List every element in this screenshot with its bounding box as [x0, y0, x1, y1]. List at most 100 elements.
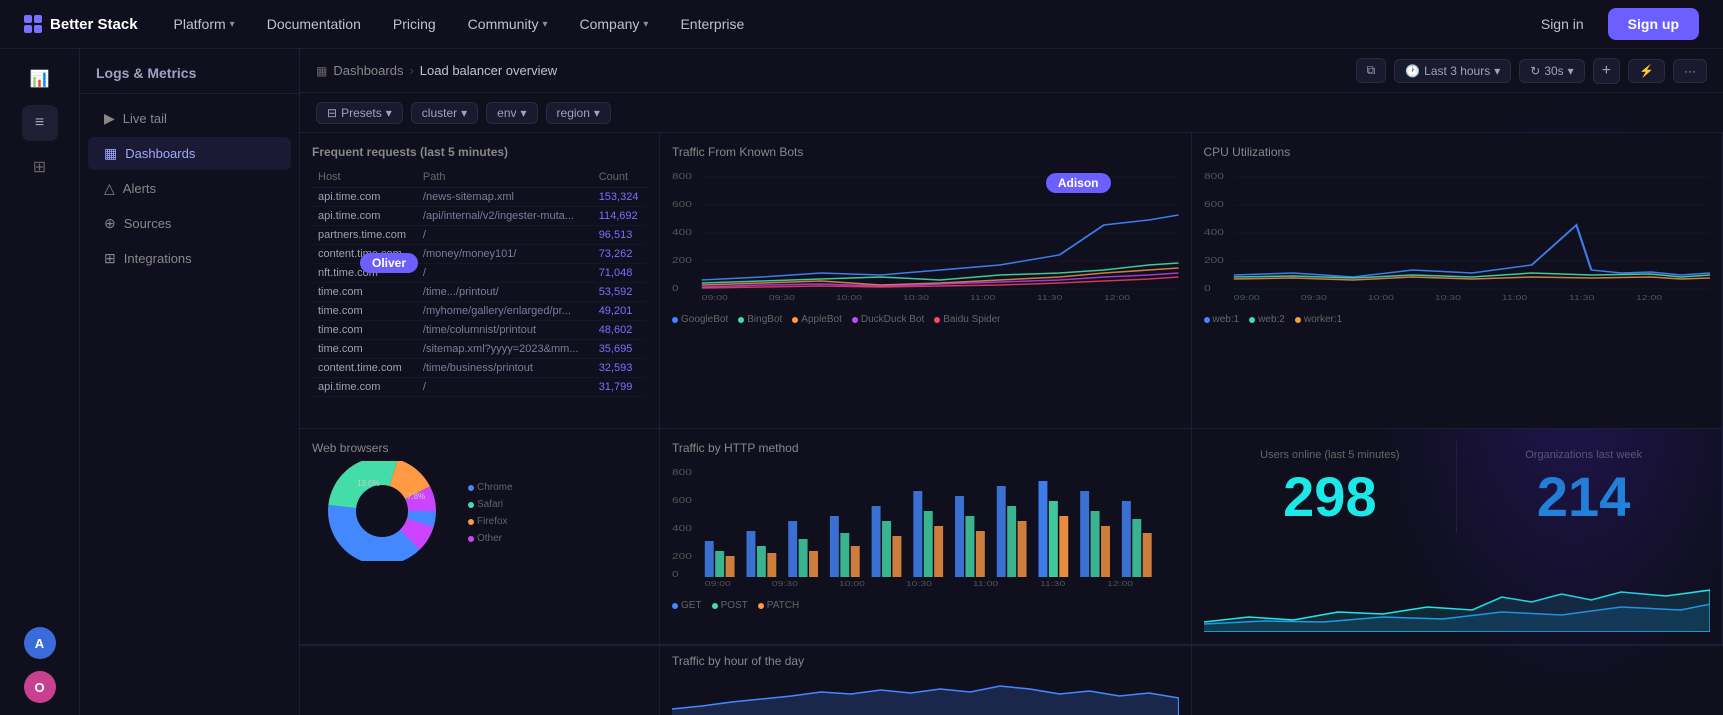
table-row: time.com /sitemap.xml?yyyy=2023&mm... 35…: [312, 340, 647, 359]
nav-community[interactable]: Community ▾: [456, 10, 560, 38]
path-cell: /sitemap.xml?yyyy=2023&mm...: [417, 340, 593, 359]
breadcrumb-parent[interactable]: Dashboards: [333, 63, 403, 78]
count-cell: 35,695: [593, 340, 647, 359]
nav-dashboards[interactable]: ▦ Dashboards: [88, 137, 291, 170]
svg-text:11:00: 11:00: [973, 580, 998, 588]
svg-text:10:30: 10:30: [903, 294, 929, 302]
svg-text:09:30: 09:30: [769, 294, 795, 302]
nav-alerts[interactable]: △ Alerts: [88, 172, 291, 205]
svg-text:200: 200: [672, 553, 692, 562]
users-orgs-panel: Users online (last 5 minutes) 298 Organi…: [1192, 429, 1723, 645]
svg-text:12:00: 12:00: [1107, 580, 1133, 588]
table-row: nft.time.com / 71,048: [312, 264, 647, 283]
more-button[interactable]: ···: [1673, 59, 1707, 83]
breadcrumb-separator: ›: [409, 63, 413, 78]
content-area: ▦ Dashboards › Load balancer overview ⧉ …: [300, 49, 1723, 715]
svg-text:10:30: 10:30: [906, 580, 932, 588]
filters-bar: ⊟ Presets ▾ cluster ▾ env ▾ region ▾: [300, 93, 1723, 133]
svg-text:10:00: 10:00: [839, 580, 865, 588]
nav-sources[interactable]: ⊕ Sources: [88, 207, 291, 240]
count-cell: 48,602: [593, 321, 647, 340]
host-cell: content.time.com: [312, 359, 417, 378]
sidebar-menu-icon[interactable]: ≡: [22, 105, 58, 141]
refresh-selector[interactable]: ↻ 30s ▾: [1519, 59, 1584, 83]
copy-button[interactable]: ⧉: [1356, 58, 1387, 83]
bolt-button[interactable]: ⚡: [1628, 59, 1665, 83]
time-range-selector[interactable]: 🕐 Last 3 hours ▾: [1394, 59, 1511, 83]
host-cell: time.com: [312, 340, 417, 359]
nav-documentation[interactable]: Documentation: [255, 10, 373, 38]
clock-icon: 🕐: [1405, 64, 1420, 78]
nav-enterprise[interactable]: Enterprise: [668, 10, 756, 38]
add-panel-button[interactable]: +: [1593, 58, 1620, 84]
count-cell: 114,692: [593, 207, 647, 226]
signup-button[interactable]: Sign up: [1608, 8, 1699, 40]
chart-title: Traffic From Known Bots: [672, 145, 1179, 159]
table-row: time.com /myhome/gallery/enlarged/pr... …: [312, 302, 647, 321]
cpu-panel: CPU Utilizations 800 600 400 200 0: [1192, 133, 1723, 429]
legend-item: DuckDuck Bot: [852, 314, 924, 325]
svg-text:09:30: 09:30: [772, 580, 798, 588]
pie-label-2: 7.8%: [407, 492, 425, 501]
host-cell: content.time.com: [312, 245, 417, 264]
presets-filter[interactable]: ⊟ Presets ▾: [316, 102, 403, 124]
presets-label: Presets: [341, 106, 382, 120]
env-label: env: [497, 106, 516, 120]
host-cell: time.com: [312, 283, 417, 302]
nav-company[interactable]: Company ▾: [568, 10, 661, 38]
svg-text:0: 0: [672, 285, 679, 294]
sidebar-chart-icon[interactable]: 📊: [22, 61, 58, 97]
svg-text:600: 600: [672, 201, 692, 210]
orgs-value: 214: [1465, 469, 1702, 525]
browsers-bottom: [300, 646, 660, 715]
avatar-user2[interactable]: O: [24, 671, 56, 703]
host-cell: api.time.com: [312, 378, 417, 397]
host-cell: api.time.com: [312, 207, 417, 226]
signin-link[interactable]: Sign in: [1525, 10, 1600, 38]
http-title: Traffic by HTTP method: [672, 441, 1179, 455]
play-icon: ▶: [104, 110, 115, 127]
cluster-filter[interactable]: cluster ▾: [411, 102, 478, 124]
host-cell: partners.time.com: [312, 226, 417, 245]
nav-platform[interactable]: Platform ▾: [162, 10, 247, 38]
svg-text:400: 400: [672, 229, 692, 238]
count-cell: 31,799: [593, 378, 647, 397]
svg-text:11:00: 11:00: [1501, 294, 1526, 302]
navbar: Better Stack Platform ▾ Documentation Pr…: [0, 0, 1723, 49]
host-cell: time.com: [312, 302, 417, 321]
cluster-label: cluster: [422, 106, 457, 120]
traffic-hour-panel: Traffic by hour of the day: [660, 646, 1192, 715]
avatar-user1[interactable]: A: [24, 627, 56, 659]
svg-text:09:00: 09:00: [1233, 294, 1259, 302]
chevron-down-icon: ▾: [461, 106, 467, 120]
path-cell: /money/money101/: [417, 245, 593, 264]
sidebar-grid-icon[interactable]: ⊞: [22, 149, 58, 185]
logo-text: Better Stack: [50, 16, 138, 33]
nav-sources-label: Sources: [124, 216, 172, 231]
svg-text:200: 200: [1204, 257, 1224, 266]
sources-icon: ⊕: [104, 215, 116, 232]
nav-pricing[interactable]: Pricing: [381, 10, 448, 38]
count-cell: 96,513: [593, 226, 647, 245]
pie-container: 13.0% 7.8% ChromeSafariFirefoxOther: [312, 461, 647, 561]
path-cell: /time.../printout/: [417, 283, 593, 302]
count-cell: 32,593: [593, 359, 647, 378]
nav-live-tail[interactable]: ▶ Live tail: [88, 102, 291, 135]
path-cell: /news-sitemap.xml: [417, 188, 593, 207]
logo[interactable]: Better Stack: [24, 15, 138, 33]
legend-item: worker:1: [1295, 314, 1342, 325]
legend-item: Firefox: [468, 516, 513, 527]
svg-text:10:00: 10:00: [1367, 294, 1393, 302]
content-topbar: ▦ Dashboards › Load balancer overview ⧉ …: [300, 49, 1723, 93]
nav-integrations[interactable]: ⊞ Integrations: [88, 242, 291, 275]
path-cell: /: [417, 226, 593, 245]
svg-text:09:30: 09:30: [1300, 294, 1326, 302]
browsers-legend: ChromeSafariFirefoxOther: [468, 482, 513, 544]
nav-dashboards-label: Dashboards: [125, 146, 195, 161]
breadcrumb-current: Load balancer overview: [420, 63, 557, 78]
region-filter[interactable]: region ▾: [546, 102, 611, 124]
host-cell: time.com: [312, 321, 417, 340]
svg-text:11:00: 11:00: [970, 294, 995, 302]
big-num-row: Users online (last 5 minutes) 298 Organi…: [1204, 441, 1711, 533]
env-filter[interactable]: env ▾: [486, 102, 537, 124]
